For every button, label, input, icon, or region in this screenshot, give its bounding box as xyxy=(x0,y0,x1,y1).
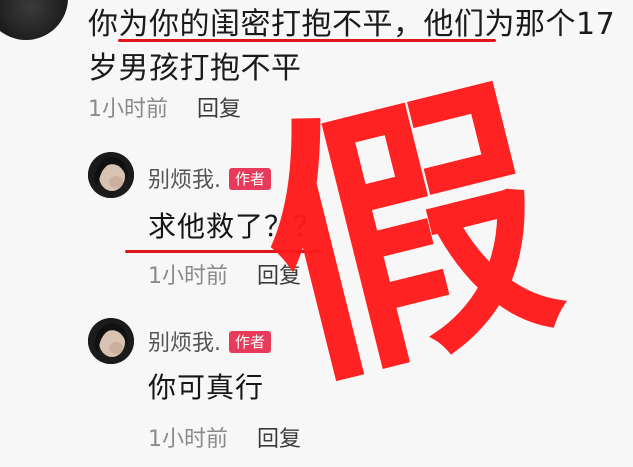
red-underline-annotation xyxy=(118,39,496,42)
author-name-text: 别烦我. xyxy=(148,168,221,193)
comment-meta: 1小时前 回复 xyxy=(88,95,241,125)
reply-meta: 1小时前 回复 xyxy=(148,425,301,455)
commenter-avatar[interactable] xyxy=(0,0,68,40)
comment-timestamp: 1小时前 xyxy=(88,97,168,122)
reply-timestamp: 1小时前 xyxy=(148,427,228,452)
author-badge: 作者 xyxy=(229,331,272,353)
author-name-text: 别烦我. xyxy=(148,331,221,356)
author-name[interactable]: 别烦我. 作者 xyxy=(148,325,272,357)
reply-timestamp: 1小时前 xyxy=(148,264,228,289)
comment-text: 你为你的闺密打抱不平，他们为那个17岁男孩打抱不平 xyxy=(88,7,616,86)
fake-stamp-overlay: 假 xyxy=(232,44,584,430)
author-avatar[interactable] xyxy=(88,152,134,198)
reply-button[interactable]: 回复 xyxy=(257,427,301,452)
reply-text: 你可真行 xyxy=(148,371,265,404)
author-avatar[interactable] xyxy=(88,318,134,364)
